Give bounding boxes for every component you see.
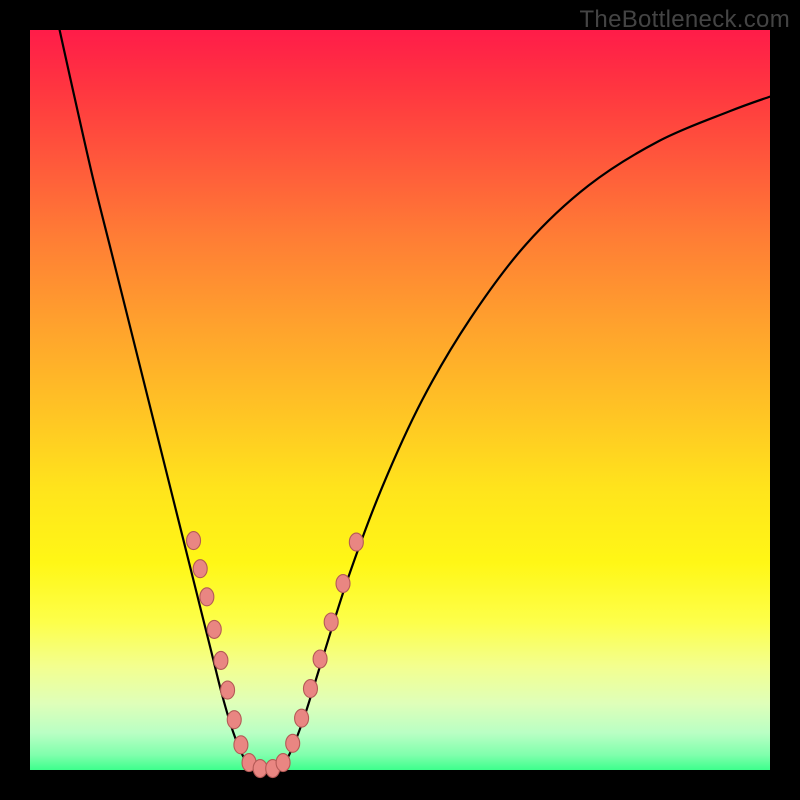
chart-frame: TheBottleneck.com [0,0,800,800]
watermark-label: TheBottleneck.com [579,6,790,34]
data-marker [303,680,317,698]
data-marker [187,532,201,550]
data-marker [253,760,267,778]
data-marker [286,734,300,752]
data-marker [336,575,350,593]
data-marker [324,613,338,631]
data-marker [207,620,221,638]
data-marker [276,754,290,772]
data-marker [227,711,241,729]
plot-area [30,30,770,770]
data-marker [349,533,363,551]
data-marker [193,560,207,578]
bottleneck-curve [60,30,770,770]
data-marker [234,736,248,754]
data-marker [221,681,235,699]
data-marker [200,588,214,606]
curve-overlay [30,30,770,770]
data-marker [313,650,327,668]
data-marker [295,709,309,727]
data-marker [214,651,228,669]
